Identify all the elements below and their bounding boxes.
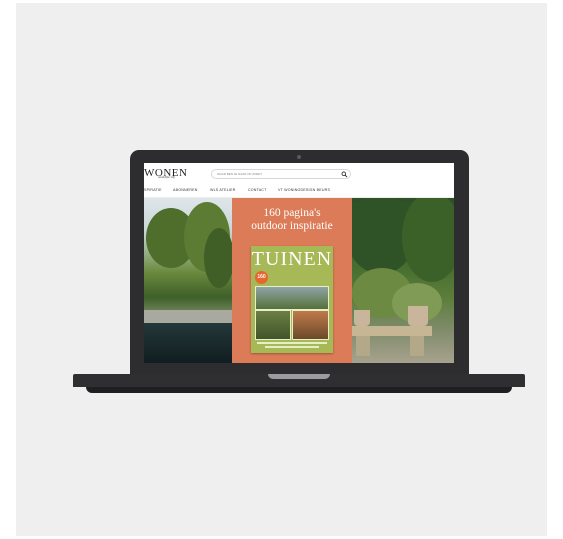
magazine-photo — [255, 286, 329, 310]
search-icon[interactable] — [341, 171, 348, 178]
planter-pot — [408, 306, 428, 326]
nav-item-wls-atelier[interactable]: WLS ATELIER — [210, 188, 236, 192]
laptop-notch — [268, 374, 330, 379]
nav-item-woningdesign-beurs[interactable]: VT WONINGDESIGN BEURS — [278, 188, 330, 192]
nav-item-contact[interactable]: CONTACT — [248, 188, 267, 192]
magazine-badge: 160 — [255, 271, 268, 284]
magazine-text-line — [265, 346, 319, 348]
garden-photo-right — [352, 198, 454, 363]
laptop-screen: WONEN landelijke stijl WAAR BEN JE NAAR … — [144, 163, 454, 363]
magazine-text-line — [257, 342, 327, 344]
search-input[interactable]: WAAR BEN JE NAAR OP ZOEK? — [211, 169, 351, 179]
pool — [144, 323, 232, 363]
promo-headline-line2: outdoor inspiratie — [251, 220, 333, 232]
patio-deck — [144, 310, 232, 324]
magazine-photo — [255, 310, 291, 340]
main-nav: SPIRATIE ABONNEREN WLS ATELIER CONTACT V… — [144, 184, 454, 198]
nav-item-inspiratie[interactable]: SPIRATIE — [144, 188, 162, 192]
planter-pot — [354, 310, 370, 326]
site-header: WONEN landelijke stijl WAAR BEN JE NAAR … — [144, 163, 454, 183]
search-placeholder: WAAR BEN JE NAAR OP ZOEK? — [217, 172, 263, 176]
promo-panel[interactable]: 160 pagina's outdoor inspiratie TUINEN 1… — [232, 198, 352, 363]
promo-headline-line1: 160 pagina's — [263, 207, 321, 219]
bench-leg — [410, 336, 424, 356]
magazine-title: TUINEN — [251, 248, 333, 270]
nav-item-abonneren[interactable]: ABONNEREN — [173, 188, 198, 192]
magazine-cover[interactable]: TUINEN 160 — [251, 246, 333, 353]
magazine-photo — [292, 310, 329, 340]
logo-tagline: landelijke stijl — [158, 175, 176, 179]
hero-banner[interactable]: 160 pagina's outdoor inspiratie TUINEN 1… — [144, 198, 454, 363]
garden-photo-left — [144, 198, 232, 363]
bench-leg — [356, 336, 370, 356]
webcam-icon — [297, 155, 301, 159]
tree-shape — [204, 228, 232, 288]
hedge-shape — [402, 198, 454, 282]
laptop-base-edge — [86, 387, 512, 393]
bench — [352, 326, 432, 336]
